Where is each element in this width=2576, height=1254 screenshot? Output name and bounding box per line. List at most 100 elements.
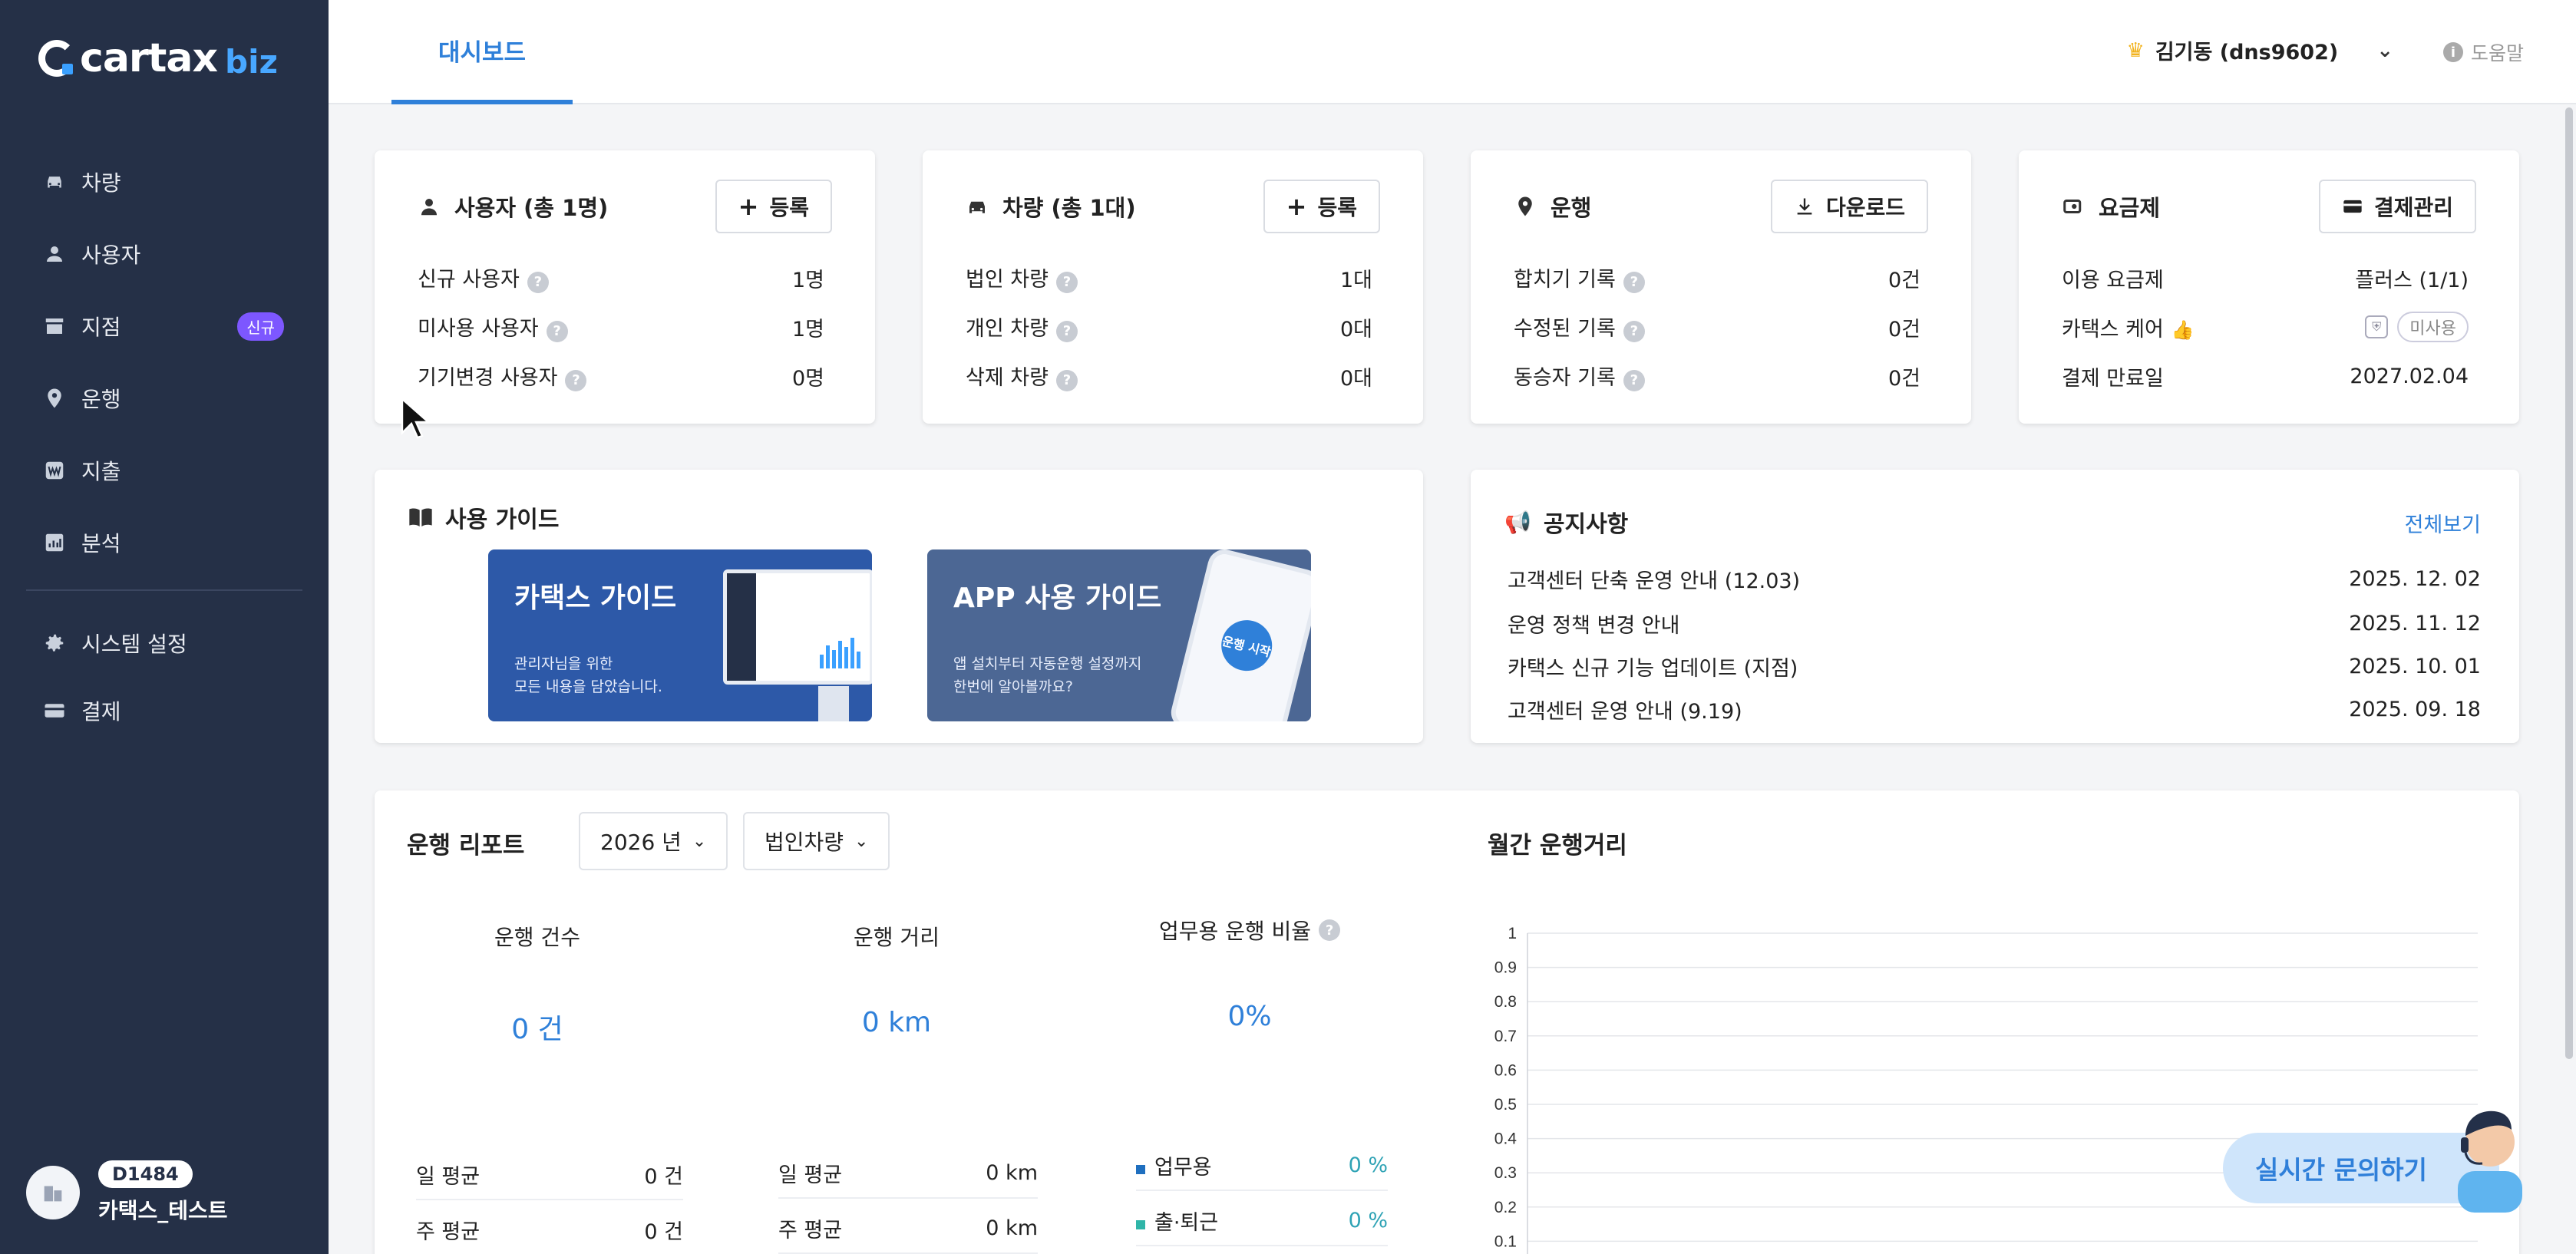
cartax-guide-banner[interactable]: 카택스 가이드 관리자님을 위한 모든 내용을 담았습니다. <box>488 549 872 721</box>
sidebar-item-payment[interactable]: 결제 <box>0 677 329 744</box>
tab-dashboard[interactable]: 대시보드 <box>391 0 573 104</box>
sidebar-account[interactable]: D1484 카택스_테스트 <box>26 1160 228 1225</box>
register-user-button[interactable]: + 등록 <box>715 180 832 233</box>
card-title: 사용자 (총 1명) <box>418 190 608 223</box>
view-all-link[interactable]: 전체보기 <box>2405 508 2481 538</box>
card-title-text: 요금제 <box>2099 195 2161 221</box>
question-icon[interactable]: ? <box>1623 271 1645 293</box>
y-tick-label: 0.3 <box>1494 1164 1517 1182</box>
sidebar-item-branches[interactable]: 지점 신규 <box>0 290 329 362</box>
sidebar-item-label: 지출 <box>81 459 121 484</box>
question-icon[interactable]: ? <box>527 271 549 293</box>
sidebar-item-vehicles[interactable]: 차량 <box>0 146 329 218</box>
notice-item-title: 카택스 신규 기능 업데이트 (지점) <box>1508 656 1798 681</box>
trips-card: 운행 다운로드 합치기 기록? 0건 수정된 기록? 0건 동승자 기록? 0건 <box>1471 150 1971 424</box>
car-icon <box>966 195 989 218</box>
guide-title-text: 사용 가이드 <box>445 507 560 533</box>
sidebar-item-analytics[interactable]: 분석 <box>0 507 329 579</box>
user-icon <box>418 195 441 218</box>
avg-label: 일 평균 <box>416 1164 481 1189</box>
stat-value: 0건 <box>1887 268 1920 292</box>
question-icon[interactable]: ? <box>1623 369 1645 391</box>
megaphone-icon: 📢 <box>1504 509 1531 535</box>
stat-label: 기기변경 사용자? <box>418 361 587 391</box>
help-link[interactable]: i 도움말 <box>2442 38 2524 66</box>
sidebar-item-expenses[interactable]: 지출 <box>0 434 329 507</box>
register-vehicle-button[interactable]: + 등록 <box>1263 180 1380 233</box>
metric-trip-count: 운행 건수 0 건 <box>391 921 683 1047</box>
y-tick-label: 0.7 <box>1494 1028 1517 1045</box>
avg-value: 0 건 <box>644 1219 683 1244</box>
building-icon <box>44 1186 62 1202</box>
question-icon[interactable]: ? <box>1055 369 1078 391</box>
question-icon[interactable]: ? <box>1055 271 1078 293</box>
metric-label: 업무용 운행 비율? <box>1104 915 1395 945</box>
logo-biz: biz <box>225 42 278 81</box>
stat-label: 합치기 기록? <box>1514 262 1645 293</box>
notice-card: 📢 공지사항 전체보기 고객센터 단축 운영 안내 (12.03) 2025. … <box>1471 470 2519 743</box>
user-menu[interactable]: ♛ 김기동 (dns9602) ⌄ <box>2127 35 2393 65</box>
y-tick-label: 0.1 <box>1494 1233 1517 1250</box>
help-label: 도움말 <box>2470 42 2524 64</box>
question-icon[interactable]: ? <box>565 369 587 391</box>
logo[interactable]: cartax biz <box>38 34 278 83</box>
year-select[interactable]: 2026 년 ⌄ <box>579 812 728 870</box>
button-label: 결제관리 <box>2373 195 2453 220</box>
page-scrollbar[interactable] <box>2565 107 2573 1059</box>
info-icon: i <box>2442 42 2463 62</box>
plus-icon: + <box>1286 192 1307 221</box>
payment-manage-button[interactable]: 결제관리 <box>2318 180 2476 233</box>
sidebar-item-trips[interactable]: 운행 <box>0 362 329 434</box>
stat-label: 수정된 기록? <box>1514 312 1645 342</box>
avg-label: 일 평균 <box>778 1163 843 1187</box>
stat-value: 1명 <box>791 268 824 292</box>
live-chat-button[interactable]: 실시간 문의하기 <box>2223 1097 2530 1213</box>
sidebar: cartax biz 차량 사용자 지점 신규 운행 지출 분석 시스템 설정 … <box>0 0 329 1254</box>
trip-report-card: 운행 리포트 2026 년 ⌄ 법인차량 ⌄ 운행 건수 0 건 운행 거리 0… <box>375 790 2519 1254</box>
stat-row: 결제 만료일 2027.02.04 <box>2062 361 2469 391</box>
ratio-value: 0 % <box>1348 1153 1388 1177</box>
question-icon[interactable]: ? <box>1623 320 1645 342</box>
notice-item[interactable]: 카택스 신규 기능 업데이트 (지점) 2025. 10. 01 <box>1508 651 2481 681</box>
users-card: 사용자 (총 1명) + 등록 신규 사용자? 1명 미사용 사용자? 1명 기… <box>375 150 875 424</box>
stat-label-text: 미사용 사용자 <box>418 317 539 342</box>
metric-label: 운행 거리 <box>854 925 940 950</box>
card-title: 운행 <box>1514 190 1591 223</box>
store-icon <box>43 315 66 338</box>
stat-row: 합치기 기록? 0건 <box>1514 262 1920 293</box>
sidebar-item-system-settings[interactable]: 시스템 설정 <box>0 609 329 677</box>
notice-item[interactable]: 운영 정책 변경 안내 2025. 11. 12 <box>1508 608 2481 639</box>
count-avg-row: 일 평균 0 건 <box>416 1150 683 1200</box>
stat-label-text: 동승자 기록 <box>1514 366 1616 391</box>
card-title: 요금제 <box>2062 190 2160 223</box>
app-guide-banner[interactable]: APP 사용 가이드 앱 설치부터 자동운행 설정까지 한번에 알아볼까요? 운… <box>927 549 1311 721</box>
question-icon[interactable]: ? <box>1055 320 1078 342</box>
chevron-down-icon: ⌄ <box>692 831 707 851</box>
notice-item-title: 운영 정책 변경 안내 <box>1508 613 1680 638</box>
chevron-down-icon[interactable]: ⌄ <box>2376 39 2393 62</box>
stat-label: 이용 요금제 <box>2062 268 2164 292</box>
notice-item[interactable]: 고객센터 단축 운영 안내 (12.03) 2025. 12. 02 <box>1508 563 2481 594</box>
gear-icon <box>43 632 66 655</box>
banner-line: 한번에 알아볼까요? <box>953 678 1073 695</box>
ratio-value: 0 % <box>1348 1208 1388 1233</box>
sidebar-item-label: 시스템 설정 <box>81 632 187 657</box>
stat-label-text: 개인 차량 <box>966 317 1049 342</box>
vehicle-type-select[interactable]: 법인차량 ⌄ <box>743 812 890 870</box>
location-pin-icon <box>43 387 66 410</box>
stat-value: 플러스 (1/1) <box>2355 268 2469 292</box>
stat-value: 0명 <box>791 366 824 391</box>
sidebar-item-users[interactable]: 사용자 <box>0 218 329 290</box>
download-button[interactable]: 다운로드 <box>1770 180 1928 233</box>
question-icon[interactable]: ? <box>546 320 568 342</box>
stat-row: 법인 차량? 1대 <box>966 262 1372 293</box>
button-label: 등록 <box>1317 195 1357 220</box>
stat-row: 삭제 차량? 0대 <box>966 361 1372 391</box>
notice-item[interactable]: 고객센터 운영 안내 (9.19) 2025. 09. 18 <box>1508 694 2481 724</box>
metric-value: 0 건 <box>511 1014 563 1045</box>
card-icon <box>2343 200 2362 213</box>
card-title-text: 운행 <box>1551 195 1592 221</box>
question-icon[interactable]: ? <box>1319 919 1341 941</box>
stat-row: 신규 사용자? 1명 <box>418 262 824 293</box>
legend-square <box>1136 1219 1145 1229</box>
